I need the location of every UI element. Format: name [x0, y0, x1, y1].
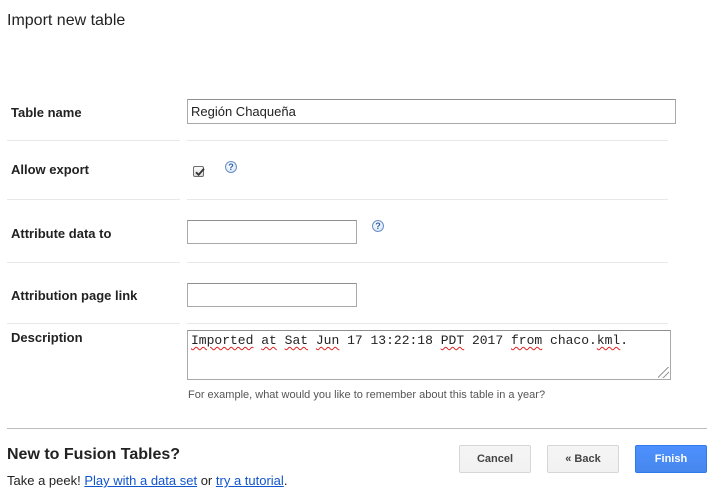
help-icon[interactable]: ? [372, 220, 384, 232]
divider [7, 199, 180, 200]
play-with-dataset-link[interactable]: Play with a data set [84, 473, 197, 488]
description-textarea[interactable]: Imported at Sat Jun 17 13:22:18 PDT 2017… [187, 330, 671, 380]
divider [7, 262, 180, 263]
divider [187, 140, 668, 141]
description-word: from [510, 333, 543, 348]
divider [187, 323, 668, 324]
finish-button[interactable]: Finish [635, 445, 707, 473]
attribution-page-link-input[interactable] [187, 283, 357, 307]
row-label-description: Description [11, 330, 83, 345]
footer-divider [7, 428, 707, 429]
description-word: PDT [440, 333, 465, 348]
footer-title: New to Fusion Tables? [7, 446, 181, 463]
description-word: Sat [284, 333, 309, 348]
row-label-table-name: Table name [11, 105, 82, 120]
peek-prefix: Take a peek! [7, 473, 81, 488]
description-word: at [261, 333, 277, 348]
page-title: Import new table [7, 12, 126, 29]
back-button[interactable]: « Back [547, 445, 619, 473]
row-label-attribute-data-to: Attribute data to [11, 226, 112, 241]
row-label-allow-export: Allow export [11, 162, 90, 177]
description-word: kml [596, 333, 621, 348]
footer-peek: Take a peek! Play with a data set or try… [7, 473, 287, 488]
row-label-attribution-page-link: Attribution page link [11, 288, 138, 303]
try-tutorial-link[interactable]: try a tutorial [216, 473, 284, 488]
description-word: . [620, 333, 629, 348]
or-text: or [200, 473, 213, 488]
divider [7, 140, 180, 141]
allow-export-checkbox[interactable] [193, 166, 205, 177]
cancel-button[interactable]: Cancel [459, 445, 531, 473]
description-word: 17 13:22:18 [347, 333, 433, 348]
attribute-data-to-input[interactable] [187, 220, 357, 244]
description-word: 2017 [471, 333, 504, 348]
divider [7, 323, 180, 324]
table-name-input[interactable] [187, 99, 676, 124]
divider [187, 199, 668, 200]
description-word: chaco. [550, 333, 597, 348]
divider [187, 262, 668, 263]
description-word: Imported [191, 333, 254, 348]
resize-grip-icon[interactable] [658, 367, 669, 378]
description-hint: For example, what would you like to reme… [188, 389, 546, 401]
description-word: Jun [315, 333, 340, 348]
checkmark-icon [195, 168, 205, 177]
period-text: . [283, 473, 288, 488]
help-icon[interactable]: ? [225, 161, 237, 173]
